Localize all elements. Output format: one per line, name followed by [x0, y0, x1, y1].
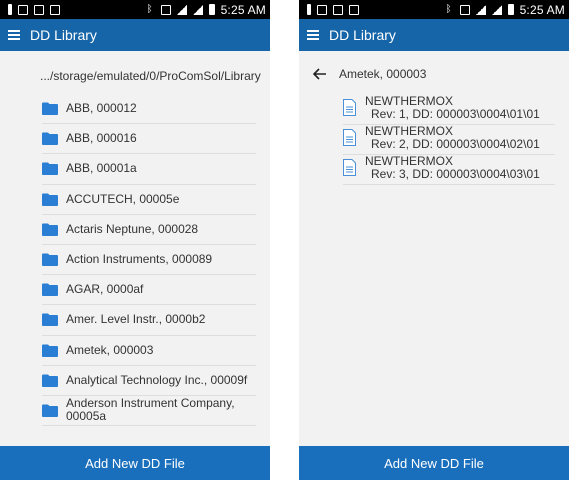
dd-file-detail: Rev: 2, DD: 000003\0004\02\01: [371, 137, 540, 151]
status-notification-icons: [8, 4, 60, 15]
dd-file-text: NEWTHERMOX Rev: 2, DD: 000003\0004\02\01: [365, 125, 540, 151]
right-screen: ᛒ 5:25 AM DD Library Ametek, 000003 NEWT…: [299, 0, 569, 480]
folder-label: Actaris Neptune, 000028: [66, 221, 199, 236]
dd-file-item[interactable]: NEWTHERMOX Rev: 3, DD: 000003\0004\03\01: [343, 155, 555, 185]
usb-icon: [307, 4, 311, 15]
status-bar: ᛒ 5:25 AM: [299, 0, 569, 19]
add-new-dd-file-button[interactable]: Add New DD File: [299, 446, 569, 480]
current-folder-title: Ametek, 000003: [339, 67, 427, 81]
document-icon: [34, 4, 44, 15]
folder-icon: [42, 344, 58, 357]
current-path: .../storage/emulated/0/ProComSol/Library: [40, 69, 261, 83]
folder-item[interactable]: ABB, 000016: [42, 124, 256, 155]
folder-label: Analytical Technology Inc., 00009f: [66, 372, 248, 387]
status-bar: ᛒ 5:25 AM: [0, 0, 270, 19]
back-arrow-icon[interactable]: [313, 68, 327, 80]
folder-label: Action Instruments, 000089: [66, 252, 213, 267]
folder-label: ACCUTECH, 00005e: [66, 191, 180, 206]
folder-list: ABB, 000012 ABB, 000016 ABB, 00001a ACCUTEC…: [0, 94, 270, 427]
folder-item[interactable]: ABB, 000012: [42, 94, 256, 125]
folder-icon: [42, 223, 58, 236]
vibrate-icon: [160, 4, 171, 15]
folder-item[interactable]: ACCUTECH, 00005e: [42, 185, 256, 215]
photo-icon: [50, 4, 60, 15]
folder-label: Anderson Instrument Company, 00005a: [66, 396, 235, 424]
battery-icon: [507, 4, 514, 15]
file-icon: [343, 129, 356, 146]
left-screen: ᛒ 5:25 AM DD Library .../storage/emulate…: [0, 0, 270, 480]
dd-file-item[interactable]: NEWTHERMOX Rev: 2, DD: 000003\0004\02\01: [343, 125, 555, 155]
dd-file-detail: Rev: 1, DD: 000003\0004\01\01: [371, 107, 540, 121]
dd-file-item[interactable]: NEWTHERMOX Rev: 1, DD: 000003\0004\01\01: [343, 95, 555, 125]
folder-label: Ametek, 000003: [66, 342, 154, 357]
signal-icon: [192, 4, 203, 15]
status-notification-icons: [307, 4, 359, 15]
file-browser: Ametek, 000003 NEWTHERMOX Rev: 1, DD: 000…: [299, 51, 569, 446]
folder-icon: [42, 283, 58, 297]
document-icon: [333, 4, 343, 15]
app-bar: DD Library: [0, 19, 270, 51]
folder-label: ABB, 000016: [66, 131, 137, 146]
file-icon: [343, 99, 356, 116]
battery-icon: [208, 4, 215, 15]
folder-item[interactable]: Action Instruments, 000089: [42, 245, 256, 276]
app-title: DD Library: [329, 27, 396, 43]
clock: 5:25 AM: [220, 2, 266, 17]
signal-icon: [491, 4, 502, 15]
usb-icon: [8, 4, 12, 15]
wifi-icon: [475, 4, 486, 15]
app-title: DD Library: [30, 27, 97, 43]
vibrate-icon: [459, 4, 470, 15]
add-new-dd-file-button[interactable]: Add New DD File: [0, 446, 270, 480]
folder-item[interactable]: Amer. Level Instr., 0000b2: [42, 305, 256, 336]
bluetooth-icon: ᛒ: [445, 4, 452, 15]
folder-label: Amer. Level Instr., 0000b2: [66, 312, 206, 327]
folder-item[interactable]: Ametek, 000003: [42, 336, 256, 366]
folder-item[interactable]: Analytical Technology Inc., 00009f: [42, 366, 256, 396]
file-icon: [343, 159, 356, 176]
screen-gap: [270, 0, 299, 480]
image-icon: [18, 4, 28, 15]
clock: 5:25 AM: [519, 2, 565, 17]
photo-icon: [349, 4, 359, 15]
folder-icon: [42, 162, 58, 176]
folder-icon: [42, 102, 58, 116]
status-system-icons: ᛒ 5:25 AM: [446, 3, 565, 17]
folder-icon: [42, 193, 58, 206]
folder-item[interactable]: ABB, 00001a: [42, 154, 256, 185]
hamburger-menu-icon[interactable]: [307, 30, 319, 40]
wifi-icon: [176, 4, 187, 15]
app-bar: DD Library: [299, 19, 569, 51]
dd-file-text: NEWTHERMOX Rev: 1, DD: 000003\0004\01\01: [365, 95, 540, 121]
folder-icon: [42, 313, 58, 327]
folder-item[interactable]: Anderson Instrument Company, 00005a: [42, 396, 256, 427]
dd-file-list: NEWTHERMOX Rev: 1, DD: 000003\0004\01\01 N…: [299, 95, 569, 185]
hamburger-menu-icon[interactable]: [8, 30, 20, 40]
folder-label: ABB, 000012: [66, 101, 137, 116]
folder-item[interactable]: Actaris Neptune, 000028: [42, 215, 256, 245]
folder-header: Ametek, 000003: [299, 51, 569, 81]
bluetooth-icon: ᛒ: [146, 4, 153, 15]
folder-label: ABB, 00001a: [66, 161, 137, 176]
dd-file-detail: Rev: 3, DD: 000003\0004\03\01: [371, 167, 540, 181]
folder-icon: [42, 374, 58, 387]
folder-label: AGAR, 0000af: [66, 282, 144, 297]
folder-browser: .../storage/emulated/0/ProComSol/Library…: [0, 51, 270, 446]
folder-icon: [42, 253, 58, 267]
folder-icon: [42, 404, 58, 417]
folder-icon: [42, 132, 58, 146]
folder-item[interactable]: AGAR, 0000af: [42, 275, 256, 306]
dd-file-text: NEWTHERMOX Rev: 3, DD: 000003\0004\03\01: [365, 155, 540, 181]
status-system-icons: ᛒ 5:25 AM: [147, 3, 266, 17]
image-icon: [317, 4, 327, 15]
